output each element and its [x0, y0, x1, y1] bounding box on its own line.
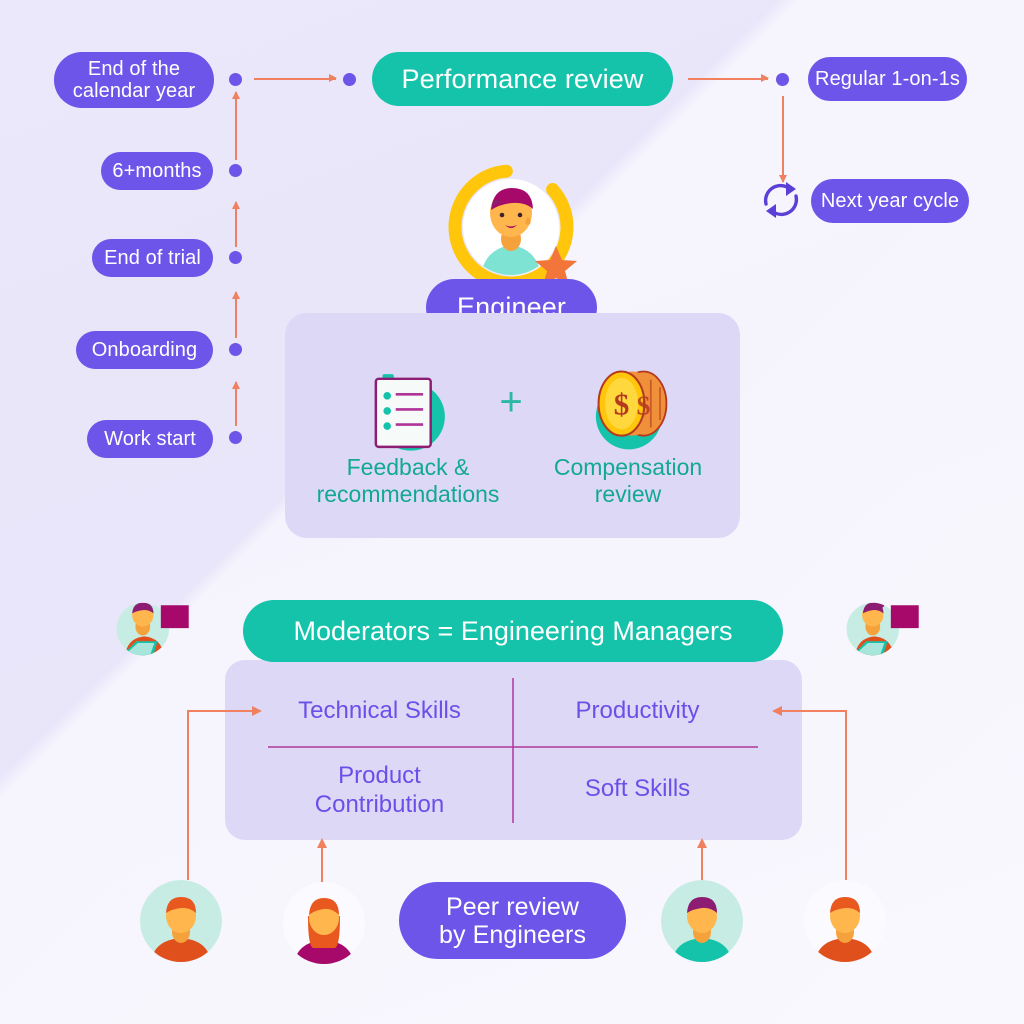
timeline-pill-work-start[interactable]: Work start — [87, 420, 213, 458]
quadrant-productivity[interactable]: Productivity — [530, 697, 745, 726]
peer-avatar-4 — [804, 880, 886, 962]
timeline-dot-4 — [229, 343, 242, 356]
manager-with-laptop-icon-left — [116, 602, 189, 656]
quadrant-technical-skills[interactable]: Technical Skills — [272, 697, 487, 726]
timeline-pill-6-months[interactable]: 6+months — [101, 152, 213, 190]
clipboard-checklist-icon — [374, 374, 445, 451]
feedback-label: Feedback & recommendations — [316, 454, 500, 508]
manager-with-laptop-icon-right — [846, 602, 919, 656]
timeline-arrow-4 — [231, 381, 240, 426]
quadrant-soft-skills[interactable]: Soft Skills — [530, 775, 745, 804]
svg-text:$: $ — [637, 390, 651, 421]
regular-one-on-ones-pill[interactable]: Regular 1-on-1s — [808, 57, 967, 101]
timeline-arrow-3 — [231, 291, 240, 338]
moderators-banner[interactable]: Moderators = Engineering Managers — [243, 600, 783, 662]
performance-review-dot — [343, 73, 356, 86]
one-on-ones-dot — [776, 73, 789, 86]
timeline-pill-end-of-calendar-year[interactable]: End of the calendar year — [54, 52, 214, 108]
quadrant-divider-vertical — [512, 678, 514, 823]
timeline-dot-5 — [229, 431, 242, 444]
timeline-arrow-2 — [231, 201, 240, 247]
next-year-cycle-pill[interactable]: Next year cycle — [811, 179, 969, 223]
timeline-pill-end-of-trial[interactable]: End of trial — [92, 239, 213, 277]
peer-avatar-2 — [283, 882, 365, 964]
compensation-label: Compensation review — [553, 454, 703, 508]
quadrant-product-contribution[interactable]: Product Contribution — [272, 762, 487, 820]
peer-review-pill[interactable]: Peer review by Engineers — [399, 882, 626, 959]
arrow-to-one-on-ones — [688, 74, 769, 82]
infographic-canvas: End of the calendar year 6+months End of… — [0, 0, 1024, 1024]
arrow-to-performance-review — [254, 74, 337, 82]
peer-avatar-1 — [140, 880, 222, 962]
timeline-pill-onboarding[interactable]: Onboarding — [76, 331, 213, 369]
timeline-dot-2 — [229, 164, 242, 177]
svg-text:$: $ — [614, 387, 630, 422]
plus-separator: + — [499, 380, 523, 424]
peer-avatar-3 — [661, 880, 743, 962]
timeline-dot-3 — [229, 251, 242, 264]
timeline-arrow-1 — [231, 91, 240, 160]
arrow-to-next-year-cycle — [778, 96, 787, 183]
performance-review-banner[interactable]: Performance review — [372, 52, 673, 106]
timeline-dot-1 — [229, 73, 242, 86]
coins-money-icon: $ $ — [595, 370, 668, 450]
